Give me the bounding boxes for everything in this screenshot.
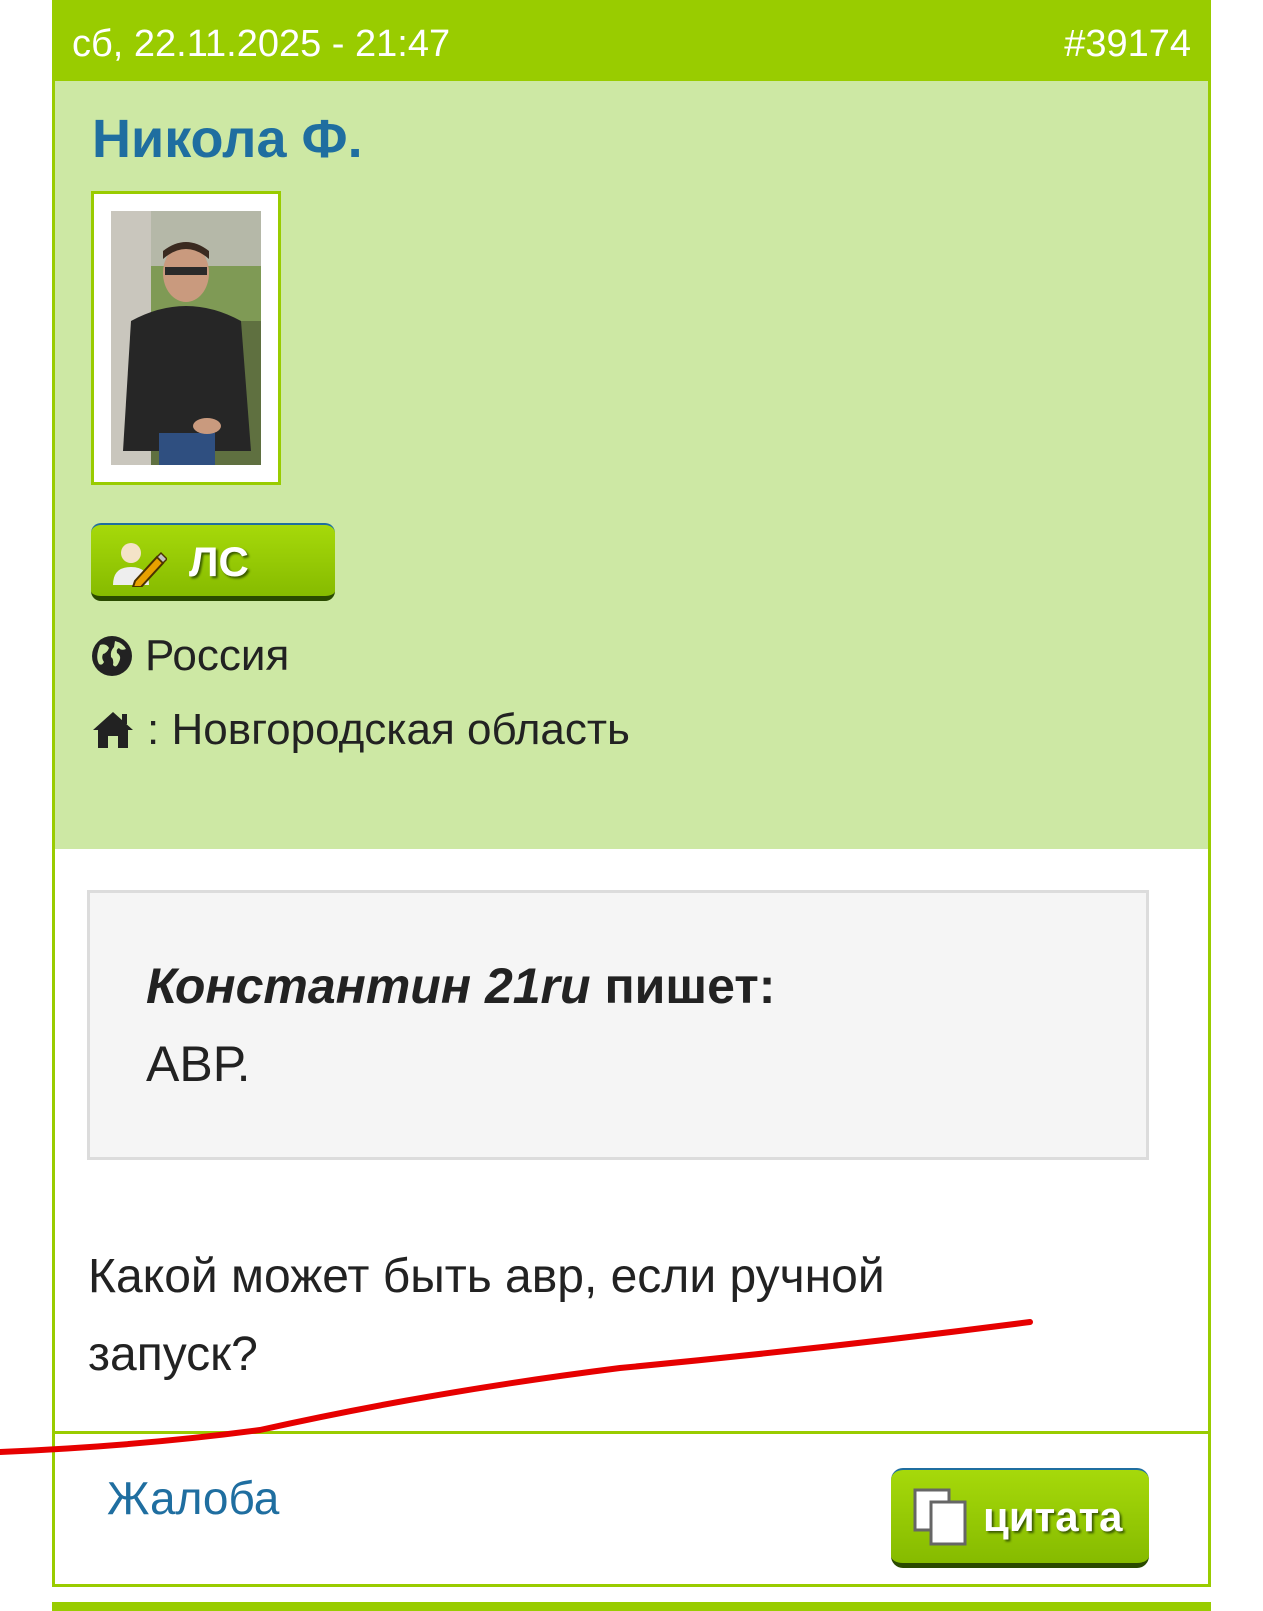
home-icon: [93, 712, 133, 748]
quote-text: АВР.: [146, 1036, 251, 1092]
author-name[interactable]: Никола Ф.: [92, 109, 363, 169]
copy-icon: [913, 1488, 967, 1546]
post-body-text: Какой может быть авр, если ручной запуск…: [88, 1250, 885, 1381]
author-panel: Никола Ф. ЛС Россия: Новгородская облас…: [55, 81, 1208, 849]
complaint-link[interactable]: Жалоба: [107, 1470, 279, 1526]
country-text: Россия: [145, 631, 290, 680]
post-number-link[interactable]: #39174: [1064, 21, 1191, 67]
private-message-button[interactable]: ЛС: [91, 523, 335, 601]
post-date: сб, 22.11.2025 - 21:47: [72, 23, 451, 65]
next-post-header-edge: [52, 1602, 1211, 1611]
quote-author-line: Константин 21ru пишет:: [146, 957, 775, 1015]
quote-button-label: цитата: [983, 1493, 1123, 1540]
forum-post: сб, 22.11.2025 - 21:47 #39174 Никола Ф.: [52, 0, 1211, 1587]
pm-label: ЛС: [189, 538, 249, 585]
quote-author-name: Константин 21ru: [146, 958, 591, 1014]
author-country: Россия: [91, 631, 289, 681]
post-header: сб, 22.11.2025 - 21:47 #39174: [55, 3, 1208, 81]
quote-author-writes: пишет:: [590, 958, 776, 1014]
quote-button[interactable]: цитата: [891, 1468, 1149, 1568]
region-text: : Новгородская область: [147, 705, 630, 754]
post-footer-divider: [55, 1431, 1208, 1434]
avatar-photo: [111, 211, 261, 465]
globe-icon: [92, 636, 132, 676]
avatar[interactable]: [91, 191, 281, 485]
author-region: : Новгородская область: [91, 705, 630, 755]
pm-user-edit-icon: [113, 543, 167, 587]
quote-block: Константин 21ru пишет: АВР.: [87, 890, 1149, 1160]
